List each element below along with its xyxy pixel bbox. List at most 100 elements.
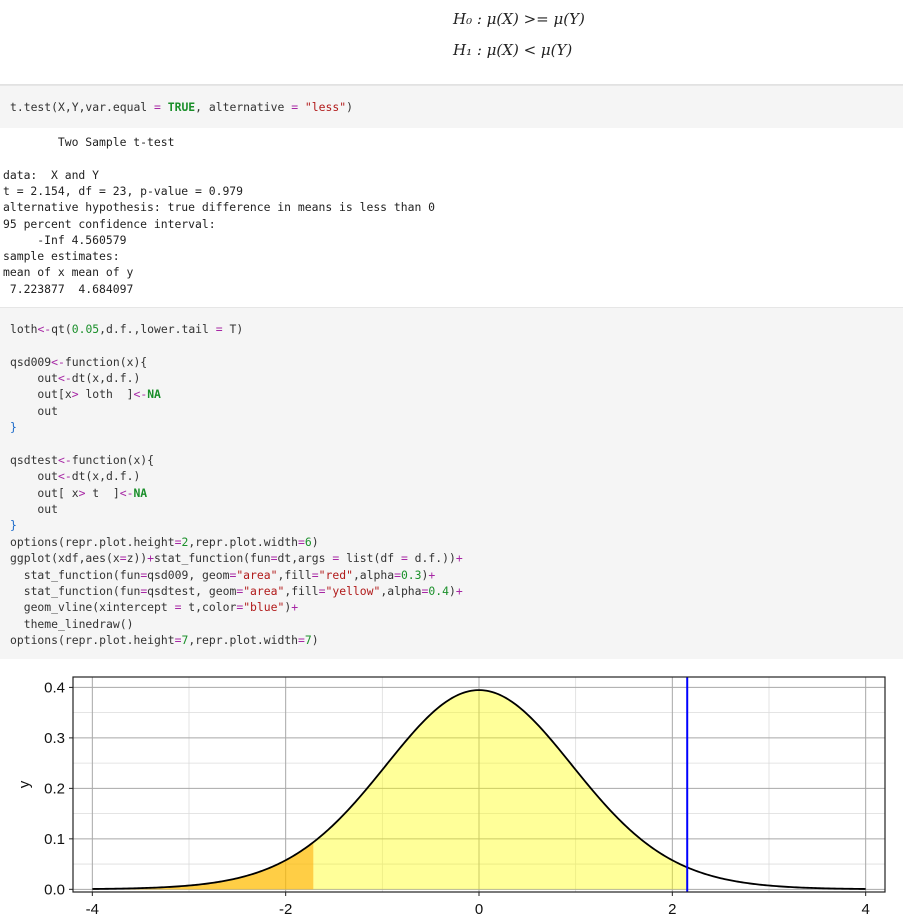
x-tick-label: -4 xyxy=(86,901,99,918)
hypothesis-markdown-cell: H₀ : μ(X) >= μ(Y) H₁ : μ(X) < μ(Y) xyxy=(0,0,903,85)
code-token: <- xyxy=(58,469,72,484)
code-line: qsdtest<-function(x){ xyxy=(10,452,154,468)
output-line: 7.223877 4.684097 xyxy=(3,281,134,296)
y-tick-label: 0.1 xyxy=(44,831,65,848)
alternative-hypothesis: H₁ : μ(X) < μ(Y) xyxy=(453,41,573,59)
code-token: = xyxy=(119,551,127,566)
code-token: options(repr.plot.height xyxy=(10,534,175,549)
output-line: -Inf 4.560579 xyxy=(3,232,127,247)
code-line: stat_function(fun=qsdtest, geom="area",f… xyxy=(10,583,463,599)
code-token: = xyxy=(311,567,319,582)
code-token: ) xyxy=(448,583,456,598)
code-token: "red" xyxy=(318,567,353,582)
code-line: out xyxy=(10,501,58,517)
code-token: t ] xyxy=(85,485,120,500)
code-token: + xyxy=(455,583,463,598)
code-token: T) xyxy=(222,322,244,336)
code-token: ,fill xyxy=(277,567,312,582)
y-tick-label: 0.0 xyxy=(44,881,65,898)
code-token: qsd009 xyxy=(10,354,52,369)
code-token: ) xyxy=(311,633,319,648)
code-line: theme_linedraw() xyxy=(10,616,134,632)
code-token: = xyxy=(318,583,326,598)
code-token: + xyxy=(147,551,155,566)
y-tick-label: 0.4 xyxy=(44,679,65,696)
code-token: ,repr.plot.width xyxy=(188,534,299,549)
code-token: 0.4 xyxy=(428,583,449,598)
code-token: } xyxy=(10,518,17,533)
code-token: function(x){ xyxy=(71,452,155,467)
code-token: ,fill xyxy=(284,583,319,598)
output-line: t = 2.154, df = 23, p-value = 0.979 xyxy=(3,183,244,198)
code-token: 0.3 xyxy=(400,567,422,582)
code-line: out xyxy=(10,403,58,419)
code-token: dt,args xyxy=(277,551,333,566)
code-token: ,repr.plot.width xyxy=(188,633,299,648)
output-line: Two Sample t-test xyxy=(3,135,175,149)
code-token: = xyxy=(298,534,305,549)
code-token: stat_function(fun xyxy=(154,551,271,566)
code-cell-ttest[interactable]: t.test(X,Y,var.equal = TRUE, alternative… xyxy=(0,85,903,129)
code-token: dt(x,d.f.) xyxy=(71,371,141,386)
code-token: d.f.)) xyxy=(407,551,456,566)
code-token: t.test(X,Y,var.equal xyxy=(10,100,155,114)
code-token: stat_function(fun xyxy=(10,567,141,582)
code-token: = xyxy=(400,551,408,566)
code-token: theme_linedraw() xyxy=(10,616,134,631)
code-token: <- xyxy=(133,387,148,402)
code-token: "blue" xyxy=(243,600,285,615)
code-token: = xyxy=(394,567,401,582)
code-cell-plot[interactable]: loth<-qt(0.05,d.f.,lower.tail = T) qsd009… xyxy=(0,307,903,660)
code-token: t,color xyxy=(181,600,237,615)
code-token: out xyxy=(10,502,59,517)
output-line: mean of x mean of y xyxy=(3,265,134,280)
code-token: <- xyxy=(58,452,72,467)
code-token: options(repr.plot.height xyxy=(10,633,175,648)
code-line: loth<-qt(0.05,d.f.,lower.tail = T) xyxy=(10,321,243,337)
code-token: out[x xyxy=(10,387,72,402)
code-token: > xyxy=(71,387,79,402)
code-token: <- xyxy=(119,485,134,500)
output-line: alternative hypothesis: true difference … xyxy=(3,200,436,215)
code-token: function(x){ xyxy=(64,354,148,369)
code-token: ,d.f.,lower.tail xyxy=(99,322,216,336)
code-token: qt( xyxy=(51,322,72,336)
code-token: out xyxy=(10,469,59,484)
output-line: sample estimates: xyxy=(3,249,120,264)
code-line: out[x> loth ]<-NA xyxy=(10,386,161,402)
x-tick-label: 4 xyxy=(861,901,869,918)
code-token: TRUE xyxy=(167,100,196,114)
code-token: loth ] xyxy=(78,387,134,402)
code-token: "area" xyxy=(243,583,285,598)
code-token: out[ x xyxy=(10,485,79,500)
code-token: = xyxy=(298,633,305,648)
density-plot-svg: -4 -2 0 2 4 0.0 0.1 0.2 0.3 0.4 y xyxy=(16,676,886,918)
code-token: <- xyxy=(51,354,65,369)
density-plot: -4 -2 0 2 4 0.0 0.1 0.2 0.3 0.4 y xyxy=(0,659,903,924)
code-token: out xyxy=(10,371,59,386)
code-token: "area" xyxy=(236,567,278,582)
code-token: NA xyxy=(147,387,161,402)
code-line: } xyxy=(10,419,17,435)
code-token: ,alpha xyxy=(352,567,395,582)
code-token: = xyxy=(215,322,223,336)
code-token: qsdtest, geom xyxy=(147,583,237,598)
code-line: } xyxy=(10,517,17,533)
code-line: ggplot(xdf,aes(x=z))+stat_function(fun=d… xyxy=(10,550,463,566)
code-token: } xyxy=(10,420,17,435)
code-token: stat_function(fun xyxy=(10,583,141,598)
code-token: <- xyxy=(58,371,72,386)
code-line: options(repr.plot.height=2,repr.plot.wid… xyxy=(10,534,319,550)
code-line: stat_function(fun = qsd009, geom = "area",fi… xyxy=(10,567,436,583)
code-token: z)) xyxy=(126,551,148,566)
code-token: ggplot(xdf,aes(x xyxy=(10,551,120,566)
null-hypothesis: H₀ : μ(X) >= μ(Y) xyxy=(453,10,585,28)
y-axis-label: y xyxy=(16,780,33,788)
code-token: loth xyxy=(10,322,38,336)
code-token: list(df xyxy=(339,551,401,566)
notebook-page: H₀ : μ(X) >= μ(Y) H₁ : μ(X) < μ(Y) t.tes… xyxy=(0,0,903,924)
y-tick-label: 0.3 xyxy=(44,730,65,747)
y-tick-label: 0.2 xyxy=(44,780,65,797)
